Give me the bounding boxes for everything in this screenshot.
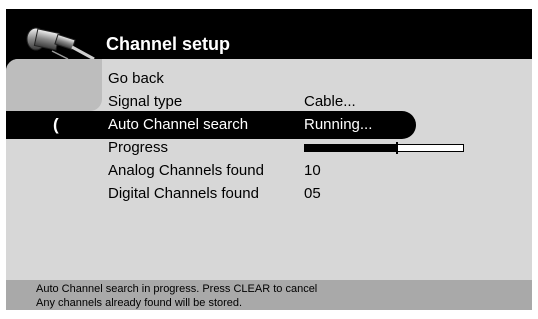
- progress-fill: [305, 145, 397, 151]
- menu-item-go-back[interactable]: Go back: [108, 68, 164, 90]
- page-title: Channel setup: [106, 34, 231, 54]
- menu-item-progress: Progress: [108, 139, 169, 156]
- channel-setup-screen: Channel setup ( Go back Signal type Cabl…: [6, 9, 532, 310]
- footer-message-1: Auto Channel search in progress. Press C…: [36, 283, 318, 295]
- auto-channel-search-value: Running...: [304, 116, 373, 133]
- selection-cursor: (: [53, 115, 59, 134]
- status-footer: Auto Channel search in progress. Press C…: [6, 280, 532, 310]
- signal-type-value: Cable...: [304, 93, 356, 110]
- menu-panel-shade: [6, 59, 102, 111]
- menu-item-signal-type[interactable]: Signal type: [108, 91, 182, 113]
- digital-channels-count: 05: [304, 185, 321, 202]
- menu-item-digital-channels: Digital Channels found: [108, 185, 259, 202]
- analog-channels-count: 10: [304, 162, 321, 179]
- progress-bar: [304, 142, 464, 154]
- menu-item-analog-channels: Analog Channels found: [108, 162, 264, 179]
- footer-message-2: Any channels already found will be store…: [36, 297, 243, 309]
- menu-item-auto-channel-search[interactable]: Auto Channel search: [108, 114, 248, 136]
- progress-marker: [395, 142, 398, 154]
